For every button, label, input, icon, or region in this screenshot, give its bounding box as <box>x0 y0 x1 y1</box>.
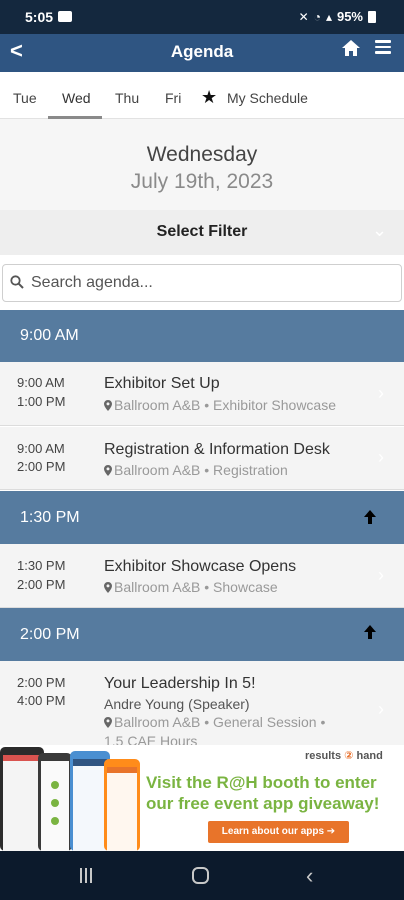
session-row[interactable]: 9:00 AM 1:00 PM Exhibitor Set Up Ballroo… <box>0 362 404 426</box>
home-icon[interactable] <box>341 38 361 58</box>
session-location: Ballroom A&B • Showcase <box>114 579 278 595</box>
battery-percent: 95% <box>336 9 363 24</box>
search-icon <box>10 275 24 289</box>
day-tabs: Tue Wed Thu Fri ★ My Schedule <box>0 72 404 119</box>
day-of-week: Wednesday <box>146 143 258 166</box>
session-start: 9:00 AM <box>17 441 65 456</box>
filter-select[interactable]: Select Filter ⌄ <box>0 210 404 255</box>
session-title: Exhibitor Set Up <box>104 375 220 392</box>
learn-more-button[interactable]: Learn about our apps ➔ <box>208 821 349 843</box>
session-start: 1:30 PM <box>17 558 66 573</box>
session-row[interactable]: 9:00 AM 2:00 PM Registration & Informati… <box>0 427 404 490</box>
brand-logo-badge: ② <box>344 750 354 762</box>
system-nav-bar: ‹ <box>0 851 404 900</box>
tab-wed[interactable]: Wed <box>62 90 91 106</box>
session-start: 9:00 AM <box>17 375 65 390</box>
time-header: 1:30 PM <box>0 491 404 544</box>
status-indicators: ✕ ◔ ▴ 95% <box>299 9 376 24</box>
battery-icon <box>368 10 376 23</box>
search-input[interactable] <box>31 271 391 295</box>
session-speaker: Andre Young (Speaker) <box>104 696 250 712</box>
phone-mockups-image <box>0 747 140 851</box>
session-title: Your Leadership In 5! <box>104 675 256 692</box>
back-nav-icon[interactable]: ‹ <box>306 863 313 889</box>
session-details: Ballroom A&B • General Session • <box>104 714 325 730</box>
notification-icon <box>58 11 72 22</box>
mute-icon: ✕ <box>298 9 309 24</box>
location-pin-icon <box>104 400 112 411</box>
star-icon[interactable]: ★ <box>201 87 217 108</box>
chevron-right-icon: › <box>378 565 384 585</box>
home-button-icon[interactable] <box>192 867 209 884</box>
chevron-right-icon: › <box>378 383 384 403</box>
brand-logo: results ② hand <box>305 750 383 762</box>
session-location: Ballroom A&B • General Session • <box>114 714 326 730</box>
recents-icon[interactable] <box>80 868 96 883</box>
session-row[interactable]: 1:30 PM 2:00 PM Exhibitor Showcase Opens… <box>0 544 404 608</box>
session-location: Ballroom A&B • Registration <box>114 462 288 478</box>
search-area <box>0 255 404 310</box>
location-pin-icon <box>104 717 112 728</box>
wifi-icon: ◔ <box>313 9 321 24</box>
location-pin-icon <box>104 465 112 476</box>
time-header: 2:00 PM <box>0 608 404 661</box>
menu-icon[interactable] <box>375 40 391 54</box>
session-end: 1:00 PM <box>17 394 66 409</box>
arrow-up-icon[interactable] <box>362 624 378 640</box>
chevron-right-icon: › <box>378 699 384 719</box>
time-header-label: 1:30 PM <box>20 509 80 526</box>
time-header-label: 2:00 PM <box>20 626 80 643</box>
ad-headline: our free event app giveaway! <box>146 794 380 813</box>
session-end: 2:00 PM <box>17 459 66 474</box>
session-title: Exhibitor Showcase Opens <box>104 558 297 575</box>
session-title: Registration & Information Desk <box>104 441 330 458</box>
session-end: 4:00 PM <box>17 693 66 708</box>
session-start: 2:00 PM <box>17 675 66 690</box>
date-header: Wednesday July 19th, 2023 <box>0 119 404 210</box>
ad-headline: Visit the R@H booth to enter <box>146 773 377 792</box>
location-pin-icon <box>104 582 112 593</box>
ad-banner[interactable]: results ② hand Visit the R@H booth to en… <box>0 745 404 851</box>
arrow-up-icon[interactable] <box>362 509 378 525</box>
session-end: 2:00 PM <box>17 577 66 592</box>
time-header: 9:00 AM <box>0 310 404 362</box>
tab-fri[interactable]: Fri <box>165 90 181 106</box>
app-header: < Agenda <box>0 34 404 72</box>
status-time: 5:05 <box>25 9 54 25</box>
session-details: Ballroom A&B • Showcase <box>104 579 278 595</box>
tab-my-schedule[interactable]: My Schedule <box>227 90 308 106</box>
signal-icon: ▴ <box>325 9 332 24</box>
full-date: July 19th, 2023 <box>130 170 274 193</box>
session-location: Ballroom A&B • Exhibitor Showcase <box>114 397 337 413</box>
tab-tue[interactable]: Tue <box>13 90 37 106</box>
filter-label: Select Filter <box>156 223 248 240</box>
tab-thu[interactable]: Thu <box>115 90 139 106</box>
time-header-label: 9:00 AM <box>20 327 79 344</box>
chevron-right-icon: › <box>378 447 384 467</box>
status-bar: 5:05 ✕ ◔ ▴ 95% <box>0 0 404 34</box>
search-box[interactable] <box>2 264 402 302</box>
session-details: Ballroom A&B • Registration <box>104 462 288 478</box>
session-row[interactable]: 2:00 PM 4:00 PM Your Leadership In 5! An… <box>0 661 404 751</box>
chevron-down-icon: ⌄ <box>372 220 388 240</box>
session-details: Ballroom A&B • Exhibitor Showcase <box>104 397 336 413</box>
